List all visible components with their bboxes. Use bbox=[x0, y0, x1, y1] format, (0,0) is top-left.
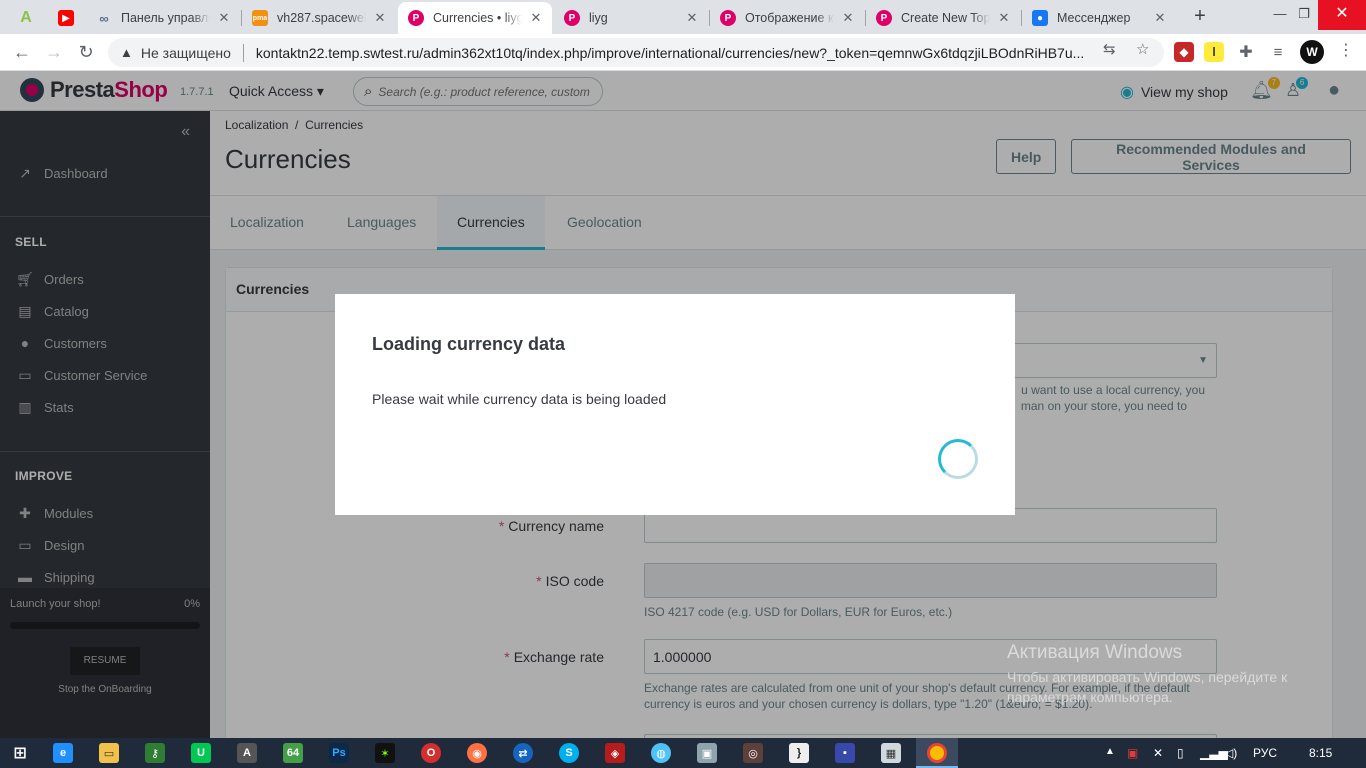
browser-tab-title: Create New Topi bbox=[901, 11, 990, 25]
chrome-icon[interactable] bbox=[927, 743, 947, 763]
language-indicator[interactable]: РУС bbox=[1253, 746, 1277, 760]
address-bar[interactable]: ▲ Не защищено kontaktn22.temp.swtest.ru/… bbox=[108, 38, 1164, 67]
window-close-button[interactable]: ✕ bbox=[1318, 0, 1366, 30]
dvd-app-icon[interactable]: ◎ bbox=[743, 743, 763, 763]
opera-icon[interactable]: O bbox=[421, 743, 441, 763]
prestashop-icon: P bbox=[408, 10, 424, 26]
modal-message: Please wait while currency data is being… bbox=[372, 391, 667, 407]
bookmark-star-icon[interactable]: ☆ bbox=[1136, 40, 1149, 58]
globe-app-icon[interactable]: ◍ bbox=[651, 743, 671, 763]
browser-tab[interactable]: P Отображение к ✕ bbox=[710, 2, 864, 34]
menu-dots-icon[interactable]: ⋮ bbox=[1338, 40, 1354, 60]
battery-icon[interactable]: ▯ bbox=[1177, 746, 1184, 760]
browser-toolbar: ← → ↻ ▲ Не защищено kontaktn22.temp.swte… bbox=[0, 34, 1366, 71]
browser-tab-pinned-2[interactable]: ▶ bbox=[48, 2, 84, 34]
close-icon[interactable]: ✕ bbox=[1152, 10, 1168, 26]
extension-red-icon[interactable]: ◆ bbox=[1174, 42, 1194, 62]
forward-button[interactable]: → bbox=[42, 40, 66, 64]
green-app-icon[interactable]: U bbox=[191, 743, 211, 763]
browser-tab[interactable]: ● Мессенджер ✕ bbox=[1022, 2, 1176, 34]
prestashop-icon: P bbox=[720, 10, 736, 26]
translate-icon[interactable]: ⇆ bbox=[1103, 40, 1116, 58]
clock[interactable]: 8:15 bbox=[1309, 746, 1332, 760]
browser-tab-title: Отображение к bbox=[745, 11, 834, 25]
watermark-title: Активация Windows bbox=[1007, 642, 1183, 663]
close-icon[interactable]: ✕ bbox=[216, 10, 232, 26]
save-app-icon[interactable]: ▪ bbox=[835, 743, 855, 763]
calculator-icon[interactable]: ▦ bbox=[881, 743, 901, 763]
browser-tabstrip: A ▶ ∞ Панель управле ✕ pma vh287.spacewe… bbox=[0, 0, 1366, 34]
control-panel-icon: ∞ bbox=[99, 10, 109, 26]
red-app-icon[interactable]: ◈ bbox=[605, 743, 625, 763]
prestashop-icon: P bbox=[876, 10, 892, 26]
file-explorer-icon[interactable]: ▭ bbox=[99, 743, 119, 763]
internet-explorer-icon[interactable]: e bbox=[53, 743, 73, 763]
not-secure-label: Не защищено bbox=[140, 44, 231, 61]
key-app-icon[interactable]: ⚷ bbox=[145, 743, 165, 763]
firefox-icon[interactable]: ◉ bbox=[467, 743, 487, 763]
browser-tab-title: vh287.spaceweb bbox=[277, 11, 366, 25]
browser-tab-title: Currencies • liyg bbox=[433, 11, 522, 25]
image-viewer-icon[interactable]: ▣ bbox=[697, 743, 717, 763]
teamviewer-icon[interactable]: ⇄ bbox=[513, 743, 533, 763]
messenger-icon: ● bbox=[1032, 10, 1048, 26]
watermark-text: Чтобы активировать Windows, перейдите к … bbox=[1007, 669, 1288, 705]
windows-start-icon[interactable]: ⊞ bbox=[10, 743, 30, 763]
windows-activation-watermark: Активация Windows Чтобы активировать Win… bbox=[1007, 642, 1327, 707]
puzzle-icon[interactable]: ✚ bbox=[1236, 42, 1256, 62]
tray-network-warn-icon[interactable]: ✕ bbox=[1153, 746, 1163, 760]
volume-icon[interactable]: ◁) bbox=[1224, 746, 1237, 760]
prestashop-icon: P bbox=[564, 10, 580, 26]
close-icon[interactable]: ✕ bbox=[528, 10, 544, 26]
profile-avatar[interactable]: W bbox=[1300, 40, 1324, 64]
address-divider bbox=[242, 43, 244, 62]
modal-title: Loading currency data bbox=[372, 334, 566, 354]
browser-tab-title: liyg bbox=[589, 11, 608, 25]
windows-taskbar: ⊞ e ▭ ⚷ U A 64 Ps ✶ O ◉ ⇄ S ◈ ◍ ▣ ◎ } ▪ … bbox=[0, 738, 1366, 768]
skype-icon[interactable]: S bbox=[559, 743, 579, 763]
browser-tab-active[interactable]: P Currencies • liyg ✕ bbox=[398, 2, 552, 34]
browser-tab[interactable]: P Create New Topi ✕ bbox=[866, 2, 1020, 34]
browser-tab-title: Панель управле bbox=[121, 11, 210, 25]
loading-spinner-icon bbox=[938, 439, 978, 479]
reading-list-icon[interactable]: ≡ bbox=[1268, 42, 1288, 62]
extension-yellow-icon[interactable]: l bbox=[1204, 42, 1224, 62]
new-tab-button[interactable]: + bbox=[1188, 4, 1212, 28]
browser-tab-title: Мессенджер bbox=[1057, 11, 1131, 25]
warning-icon: ▲ bbox=[120, 45, 133, 60]
youtube-icon: ▶ bbox=[58, 10, 74, 26]
loading-modal: Loading currency data Please wait while … bbox=[335, 294, 1015, 515]
phpmyadmin-icon: pma bbox=[252, 10, 268, 26]
app-64-icon[interactable]: 64 bbox=[283, 743, 303, 763]
photoshop-icon[interactable]: Ps bbox=[329, 743, 349, 763]
reload-button[interactable]: ↻ bbox=[74, 40, 98, 64]
tray-expand-icon[interactable]: ▲ bbox=[1105, 746, 1115, 757]
close-icon[interactable]: ✕ bbox=[684, 10, 700, 26]
browser-tab[interactable]: P liyg ✕ bbox=[554, 2, 708, 34]
close-icon[interactable]: ✕ bbox=[372, 10, 388, 26]
inkscape-icon[interactable]: A bbox=[237, 743, 257, 763]
tray-app-icon[interactable]: ▣ bbox=[1127, 746, 1138, 760]
browser-tab[interactable]: pma vh287.spaceweb ✕ bbox=[242, 2, 396, 34]
green-symbol-icon[interactable]: ✶ bbox=[375, 743, 395, 763]
url-text: kontaktn22.temp.swtest.ru/admin362xt10tq… bbox=[255, 44, 1085, 61]
back-button[interactable]: ← bbox=[10, 40, 34, 64]
close-icon[interactable]: ✕ bbox=[996, 10, 1012, 26]
notes-app-icon[interactable]: } bbox=[789, 743, 809, 763]
close-icon[interactable]: ✕ bbox=[840, 10, 856, 26]
browser-tab-pinned-1[interactable]: A bbox=[8, 2, 44, 34]
app-a-icon: A bbox=[20, 9, 32, 26]
browser-tab[interactable]: ∞ Панель управле ✕ bbox=[86, 2, 240, 34]
